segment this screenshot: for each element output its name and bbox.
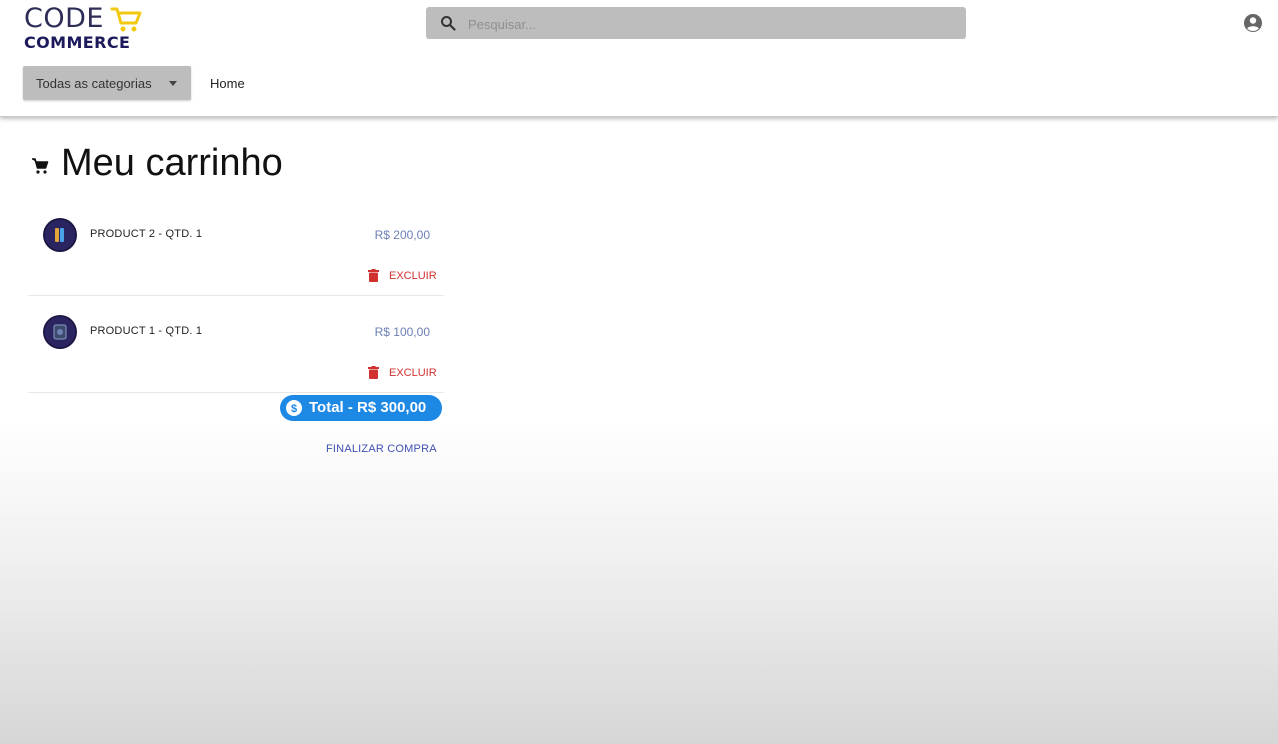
home-link[interactable]: Home [210,76,245,91]
cart-item-name: PRODUCT 2 - QTD. 1 [90,228,203,240]
delete-button[interactable]: EXCLUIR [368,366,437,380]
svg-text:$: $ [291,403,297,415]
total-badge: $ Total - R$ 300,00 [280,395,442,421]
logo-commerce-text: COMMERCE [24,33,131,52]
product-image-icon [43,218,77,252]
search-input[interactable] [466,7,950,41]
cart-item-name: PRODUCT 1 - QTD. 1 [90,325,203,337]
shopping-cart-icon [32,158,49,174]
dollar-icon: $ [286,400,302,416]
trash-icon [368,366,379,379]
app-header: CODE COMMERCE Todas as categorias Home [0,0,1278,117]
total-amount: Total - R$ 300,00 [309,399,427,416]
account-circle-icon[interactable] [1243,13,1263,33]
cart-item-price: R$ 100,00 [374,325,430,339]
checkout-button[interactable]: FINALIZAR COMPRA [326,443,437,455]
product-image[interactable] [43,315,77,349]
categories-dropdown-label: Todas as categorias [36,76,152,91]
shopping-cart-icon [110,7,142,32]
cart-item-price: R$ 200,00 [374,228,430,242]
categories-dropdown[interactable]: Todas as categorias [23,66,191,100]
cart-item: PRODUCT 2 - QTD. 1 R$ 200,00 EXCLUIR [28,215,444,296]
cart-item: PRODUCT 1 - QTD. 1 R$ 100,00 EXCLUIR [28,312,444,393]
logo[interactable]: CODE COMMERCE [24,4,154,54]
page-title: Meu carrinho [61,142,283,184]
search-bar [426,7,966,41]
delete-button-label: EXCLUIR [389,270,437,282]
delete-button[interactable]: EXCLUIR [368,269,437,283]
delete-button-label: EXCLUIR [389,367,437,379]
logo-code-text: CODE [24,3,104,34]
caret-down-icon [169,81,177,86]
product-image[interactable] [43,218,77,252]
product-image-icon [43,315,77,349]
search-icon [441,16,456,31]
trash-icon [368,269,379,282]
